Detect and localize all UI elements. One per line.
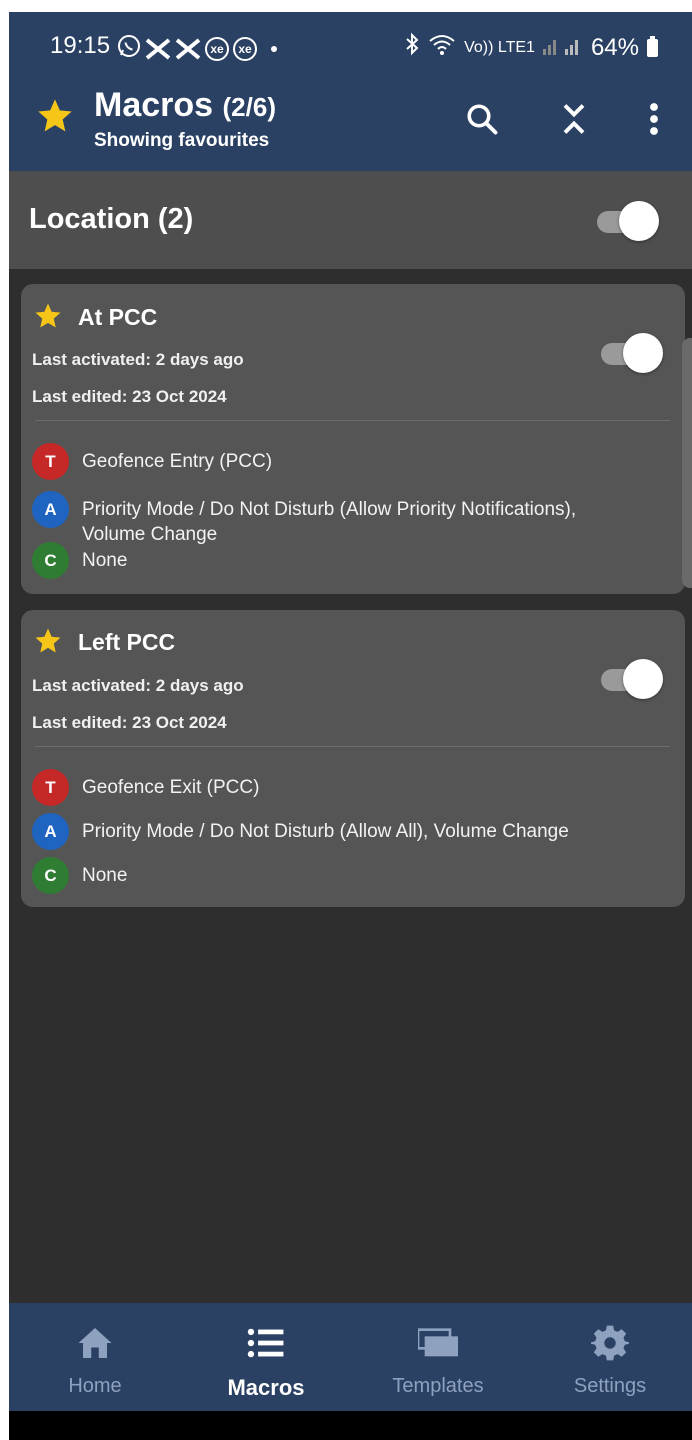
macro-card[interactable]: Left PCC Last activated: 2 days ago Last… [21, 610, 685, 907]
more-icon [650, 103, 658, 135]
volte-indicator: Vo)) LTE1 [464, 38, 535, 56]
xe-icon: xe [233, 36, 257, 61]
constraint-row: C None [32, 542, 642, 579]
search-icon [467, 104, 498, 135]
trigger-text: Geofence Entry (PCC) [82, 451, 273, 472]
xe-icon: xe [205, 36, 229, 61]
constraint-badge: C [32, 857, 69, 894]
page-subtitle: Showing favourites [94, 130, 270, 151]
status-time: 19:15 [50, 32, 111, 59]
more-options-button[interactable] [629, 94, 679, 144]
page-title: Macros (2/6) [94, 86, 276, 125]
macro-name: Left PCC [78, 629, 176, 655]
nav-templates[interactable]: Templates [383, 1303, 493, 1411]
app-screen: 19:15 xe xe Vo)) LTE1 64% Macros (2/6) S… [9, 12, 692, 1440]
trigger-badge: T [32, 769, 69, 806]
macro-toggle[interactable] [599, 659, 663, 699]
constraint-row: C None [32, 857, 642, 894]
search-button[interactable] [457, 94, 507, 144]
page-title-text: Macros [94, 86, 214, 124]
last-edited: Last edited: 23 Oct 2024 [32, 713, 227, 732]
action-row: A Priority Mode / Do Not Disturb (Allow … [32, 491, 642, 547]
bluetooth-icon [404, 32, 420, 63]
macro-card[interactable]: At PCC Last activated: 2 days ago Last e… [21, 284, 685, 594]
toggle-knob [623, 659, 663, 699]
battery-level: 64% [590, 33, 639, 61]
battery-icon [647, 35, 658, 57]
nav-home-label: Home [68, 1375, 122, 1397]
collapse-all-button[interactable] [549, 94, 599, 144]
action-badge: A [32, 491, 69, 528]
category-header[interactable]: Location (2) [9, 171, 692, 269]
halifax-icon [145, 37, 171, 60]
halifax-icon [175, 37, 201, 60]
bottom-navigation: Home Macros Templates Settings [9, 1303, 692, 1411]
whatsapp-icon [117, 34, 141, 63]
more-notifications-dot [271, 45, 277, 52]
action-badge: A [32, 813, 69, 850]
status-bar: 19:15 xe xe Vo)) LTE1 64% [9, 12, 692, 82]
list-icon [246, 1323, 286, 1363]
trigger-badge: T [32, 443, 69, 480]
constraint-text: None [82, 865, 128, 886]
home-icon [75, 1323, 115, 1363]
toggle-knob [619, 201, 659, 241]
action-text: Priority Mode / Do Not Disturb (Allow Al… [82, 821, 569, 842]
constraint-badge: C [32, 542, 69, 579]
nav-macros[interactable]: Macros [211, 1303, 321, 1411]
favourite-star-icon[interactable] [33, 626, 63, 656]
favourite-star-icon[interactable] [33, 301, 63, 331]
action-row: A Priority Mode / Do Not Disturb (Allow … [32, 813, 642, 850]
app-bar: Macros (2/6) Showing favourites [9, 82, 692, 171]
nav-templates-label: Templates [392, 1375, 484, 1397]
last-edited: Last edited: 23 Oct 2024 [32, 387, 227, 406]
trigger-row: T Geofence Exit (PCC) [32, 769, 642, 806]
category-title: Location (2) [29, 203, 194, 235]
card-divider [35, 746, 670, 747]
constraint-text: None [82, 550, 128, 571]
collapse-icon [563, 104, 585, 134]
last-activated: Last activated: 2 days ago [32, 350, 244, 369]
last-activated: Last activated: 2 days ago [32, 676, 244, 695]
nav-settings[interactable]: Settings [560, 1303, 660, 1411]
gear-icon [590, 1323, 630, 1363]
scrollbar-thumb[interactable] [682, 338, 692, 588]
action-text: Priority Mode / Do Not Disturb (Allow Pr… [82, 499, 577, 545]
nav-macros-label: Macros [227, 1375, 305, 1400]
templates-icon [418, 1323, 458, 1363]
category-toggle[interactable] [595, 201, 659, 241]
favourites-star-icon[interactable] [35, 96, 75, 136]
nav-home[interactable]: Home [45, 1303, 145, 1411]
trigger-row: T Geofence Entry (PCC) [32, 443, 642, 480]
macro-toggle[interactable] [599, 333, 663, 373]
status-right: Vo)) LTE1 64% [404, 32, 658, 63]
system-navigation-bar [9, 1411, 692, 1440]
notification-icons: xe xe [117, 34, 277, 63]
card-divider [35, 420, 670, 421]
trigger-text: Geofence Exit (PCC) [82, 777, 260, 798]
wifi-icon [428, 32, 456, 63]
macro-count: (2/6) [222, 92, 276, 122]
macro-name: At PCC [78, 304, 158, 330]
signal-icon [542, 34, 583, 62]
nav-settings-label: Settings [573, 1375, 647, 1397]
toggle-knob [623, 333, 663, 373]
